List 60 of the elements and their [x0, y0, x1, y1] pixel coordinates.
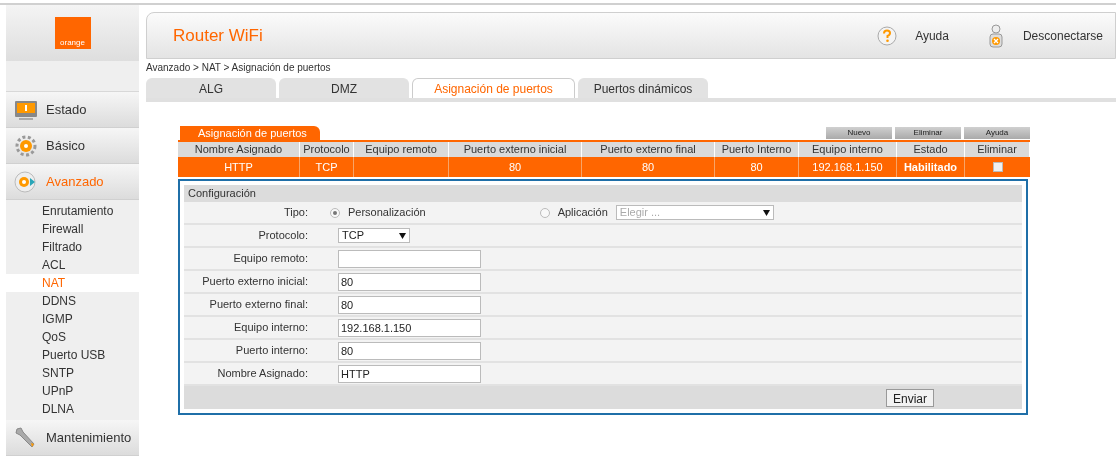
caret-icon — [762, 209, 770, 216]
table-action-button[interactable]: Eliminar — [895, 127, 961, 139]
field-label: Puerto externo final: — [208, 297, 308, 313]
radio-button[interactable] — [539, 207, 550, 218]
tab[interactable]: ALG — [146, 78, 276, 98]
user-logout-icon — [986, 23, 1005, 48]
input-field[interactable]: 80 — [338, 295, 481, 314]
table-cell: TCP — [300, 157, 354, 177]
submit-button[interactable]: Enviar — [886, 388, 934, 407]
sidebar-section[interactable]: Estado — [6, 92, 139, 128]
field-label: Puerto externo inicial: — [201, 274, 308, 290]
checkbox[interactable] — [992, 162, 1003, 172]
input-field[interactable] — [338, 249, 481, 268]
submenu-item[interactable]: Filtrado — [6, 238, 139, 256]
submenu-item[interactable]: IGMP — [6, 310, 139, 328]
radio-button[interactable] — [330, 207, 340, 218]
caret-icon — [399, 232, 406, 239]
submenu-item[interactable]: ACL — [6, 256, 139, 274]
input-field[interactable]: 80 — [338, 341, 481, 360]
table-cell: HTTP — [178, 157, 300, 177]
app-title: Router WiFi — [173, 24, 263, 47]
submenu-item[interactable]: QoS — [6, 328, 139, 346]
input-field[interactable]: 80 — [338, 272, 481, 291]
sidebar-section[interactable]: Mantenimiento — [6, 420, 139, 456]
help-icon — [877, 25, 898, 46]
section-title: Configuración — [184, 185, 1022, 202]
field-label: Protocolo: — [257, 228, 308, 244]
tab[interactable]: Puertos dinámicos — [578, 78, 708, 98]
submenu-item[interactable]: Puerto USB — [6, 346, 139, 364]
protocol-select[interactable]: TCP — [338, 228, 410, 243]
submenu-item[interactable]: UPnP — [6, 382, 139, 400]
monitor-icon — [14, 99, 38, 120]
gear-icon — [15, 134, 37, 157]
submenu-item[interactable]: DDNS — [6, 292, 139, 310]
input-field[interactable]: HTTP — [338, 364, 481, 383]
brand-logo: orange — [54, 17, 91, 49]
table-cell: 192.168.1.150 — [799, 157, 897, 177]
breadcrumb: Avanzado > NAT > Asignación de puertos — [146, 61, 332, 75]
field-label: Equipo interno: — [233, 320, 308, 336]
submenu-item[interactable]: Enrutamiento — [6, 202, 139, 220]
tab[interactable]: DMZ — [279, 78, 409, 98]
input-field[interactable]: 192.168.1.150 — [338, 318, 481, 337]
help-link[interactable]: Ayuda — [877, 25, 949, 46]
logout-link[interactable]: Desconectarse — [986, 23, 1103, 48]
radio-label: Aplicación — [557, 205, 608, 221]
table-action-button[interactable]: Nuevo — [826, 127, 892, 139]
sidebar-section[interactable]: Básico — [6, 128, 139, 164]
submenu-item[interactable]: Firewall — [6, 220, 139, 238]
radio-label: Personalización — [348, 205, 426, 221]
field-label: Puerto interno: — [234, 343, 308, 359]
field-label: Tipo: — [282, 205, 308, 221]
submenu-item[interactable]: SNTP — [6, 364, 139, 382]
table-cell: 80 — [715, 157, 799, 177]
field-label: Equipo remoto: — [232, 251, 308, 267]
table-cell: Habilitado — [897, 157, 965, 177]
submenu-item[interactable]: DLNA — [6, 400, 139, 418]
table-cell: 80 — [582, 157, 715, 177]
table-cell: 80 — [449, 157, 582, 177]
field-label: Nombre Asignado: — [216, 366, 308, 382]
table-action-button[interactable]: Ayuda — [964, 127, 1030, 139]
